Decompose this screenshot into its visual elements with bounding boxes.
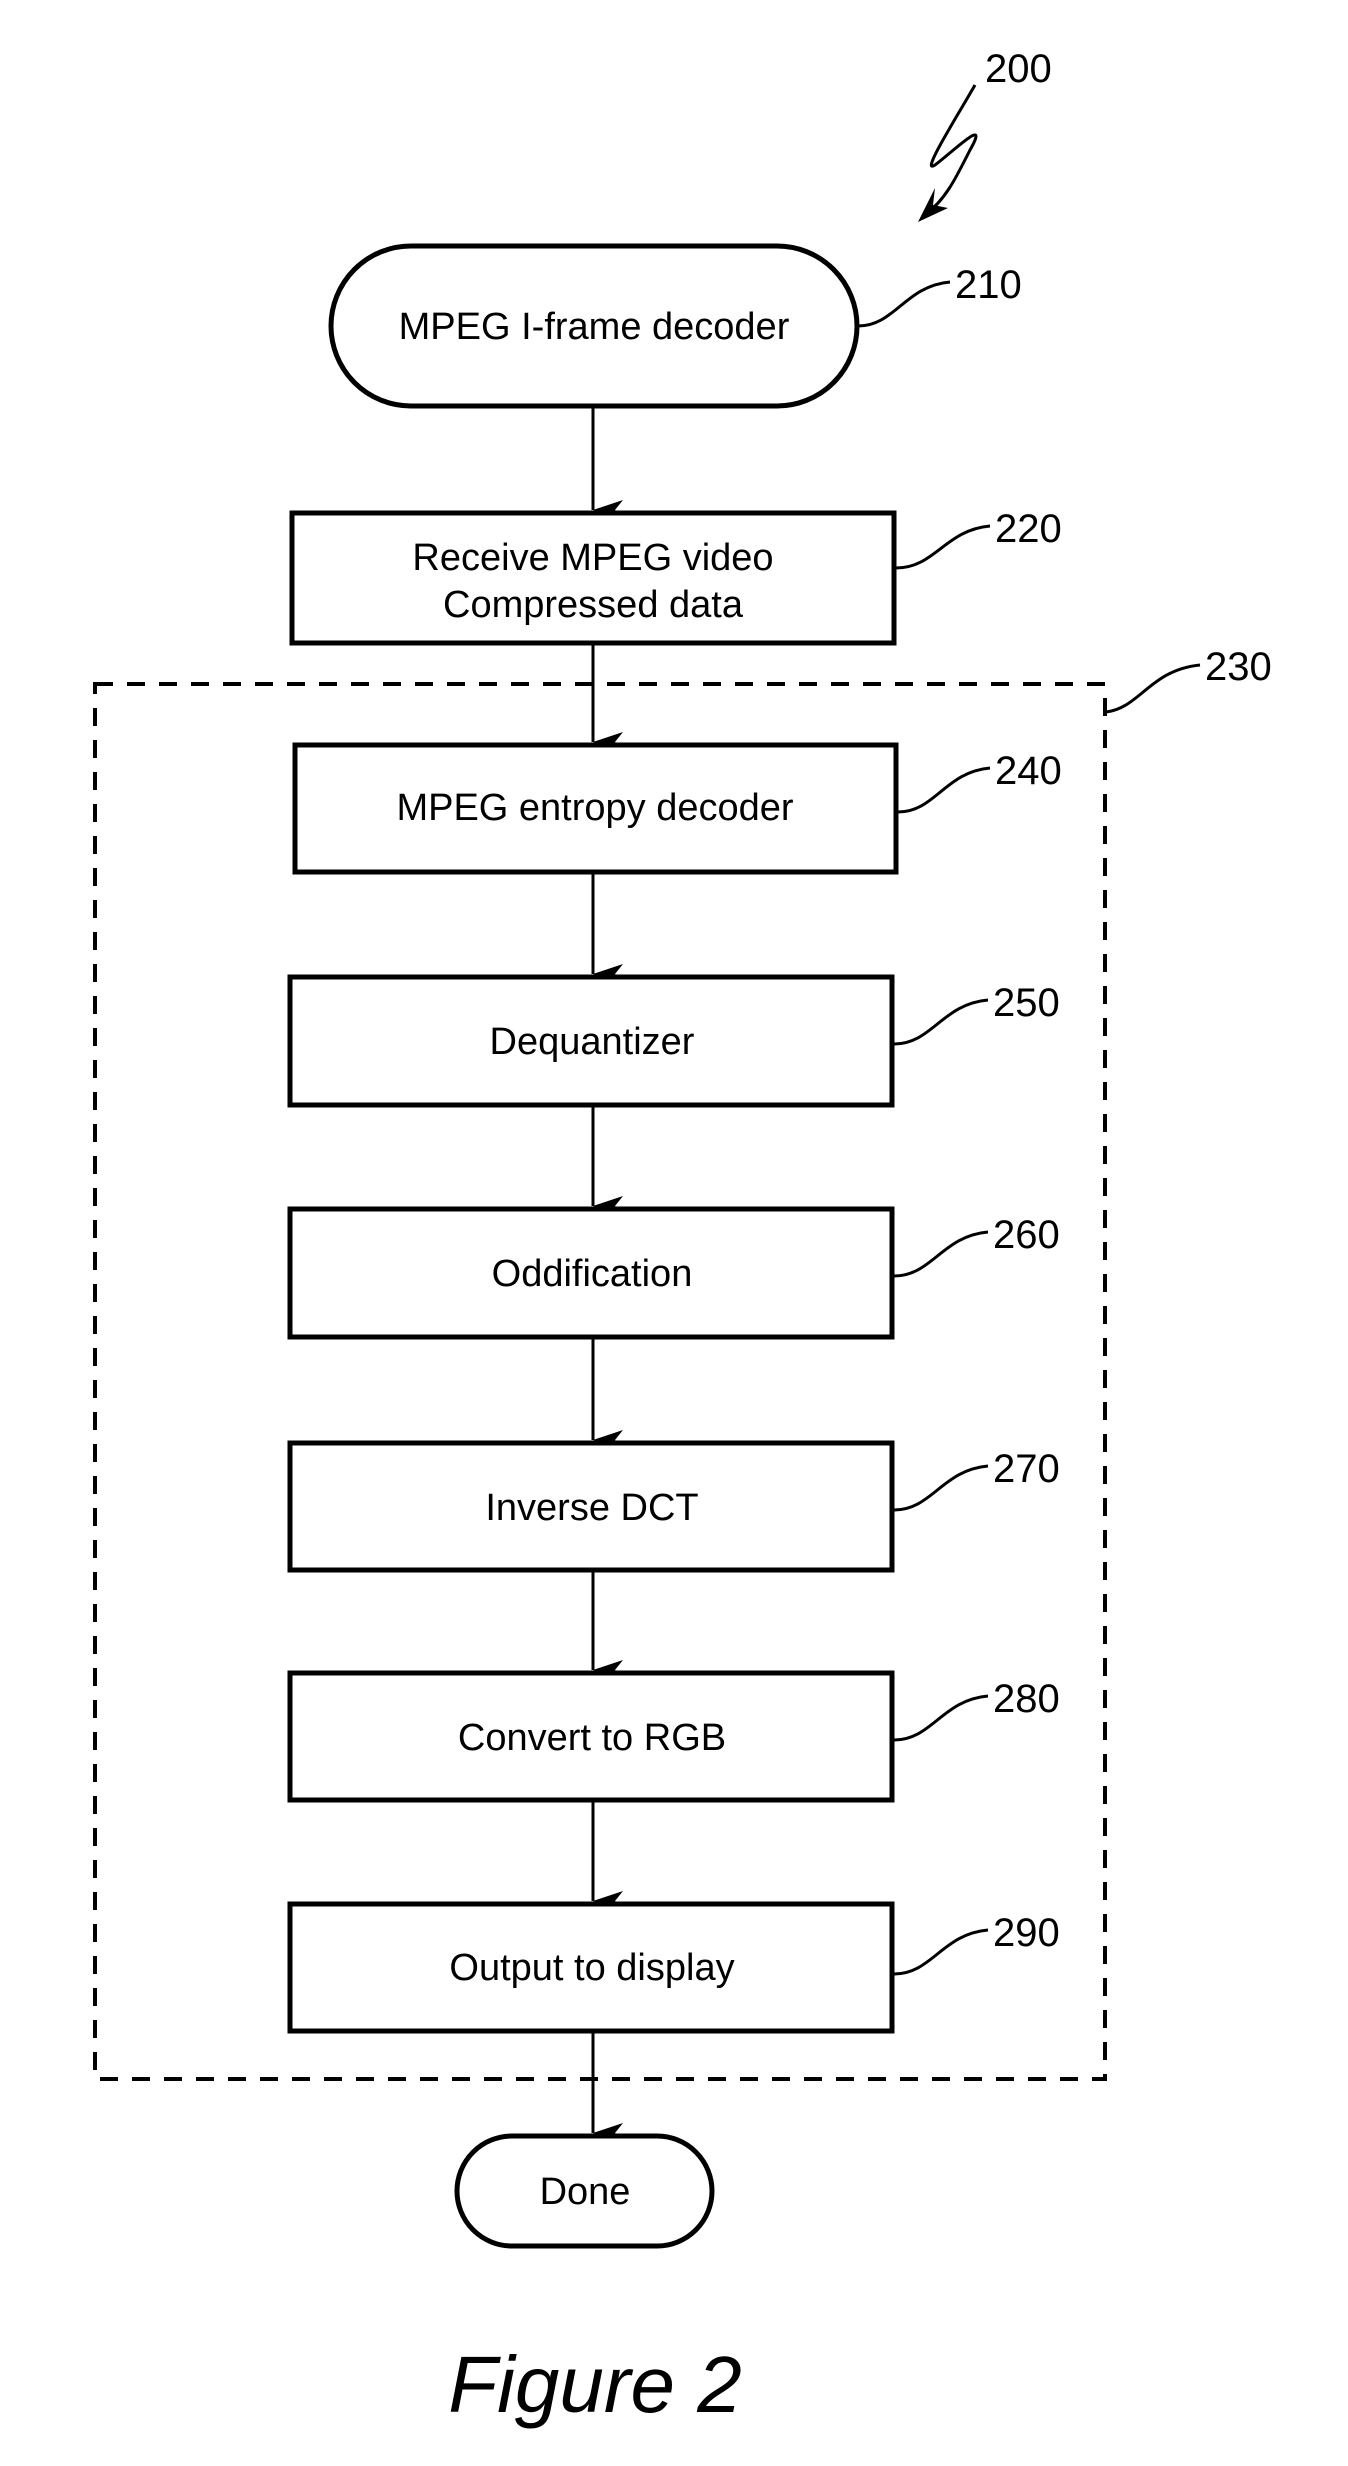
node-done: Done [454,2133,715,2249]
node-240-entropy-decoder: MPEG entropy decoder 240 [292,742,1062,875]
leader-220 [895,524,991,570]
node-220-receive-data: Receive MPEG video Compressed data 220 [289,507,1062,646]
node-label: Output to display [449,1947,734,1989]
figure-reference-200: 200 [918,47,1052,222]
group-230-boundary [93,682,1107,2081]
flowchart: 200 230 MPEG I-frame decoder 210 Receive… [93,47,1272,2429]
figure-caption: Figure 2 [448,2340,741,2429]
node-label-line-1: Receive MPEG video [412,537,773,579]
node-label: Oddification [492,1253,693,1295]
ref-label-270: 270 [993,1447,1060,1491]
leader-250 [893,998,989,1046]
ref-label-210: 210 [955,263,1022,307]
node-210-mpeg-iframe-decoder: MPEG I-frame decoder 210 [328,243,1022,409]
node-label-line-2: Compressed data [443,584,744,626]
ref-label-220: 220 [995,507,1062,551]
node-270-inverse-dct: Inverse DCT 270 [287,1440,1060,1573]
ref-label-250: 250 [993,981,1060,1025]
node-250-dequantizer: Dequantizer 250 [287,974,1060,1108]
leader-210 [857,280,951,328]
node-label: Convert to RGB [458,1717,726,1759]
leader-290 [893,1928,989,1976]
ref-label-230: 230 [1205,645,1272,689]
ref-label-280: 280 [993,1677,1060,1721]
leader-260 [893,1230,989,1278]
node-label: Done [540,2171,631,2213]
node-label: Inverse DCT [485,1487,698,1529]
leader-240 [897,766,991,814]
ref-label-290: 290 [993,1911,1060,1955]
node-label: Dequantizer [490,1021,695,1063]
ref-label-260: 260 [993,1213,1060,1257]
leader-230 [1105,663,1201,714]
node-label: MPEG I-frame decoder [399,306,790,348]
ref-label-240: 240 [995,749,1062,793]
node-260-oddification: Oddification 260 [287,1206,1060,1340]
ref-label-200: 200 [985,47,1052,91]
leader-280 [893,1694,989,1742]
leader-270 [893,1464,989,1512]
node-290-output-display: Output to display 290 [287,1901,1060,2034]
node-label: MPEG entropy decoder [396,787,793,829]
node-280-convert-rgb: Convert to RGB 280 [287,1670,1060,1803]
squiggle-arrowhead [918,188,948,222]
